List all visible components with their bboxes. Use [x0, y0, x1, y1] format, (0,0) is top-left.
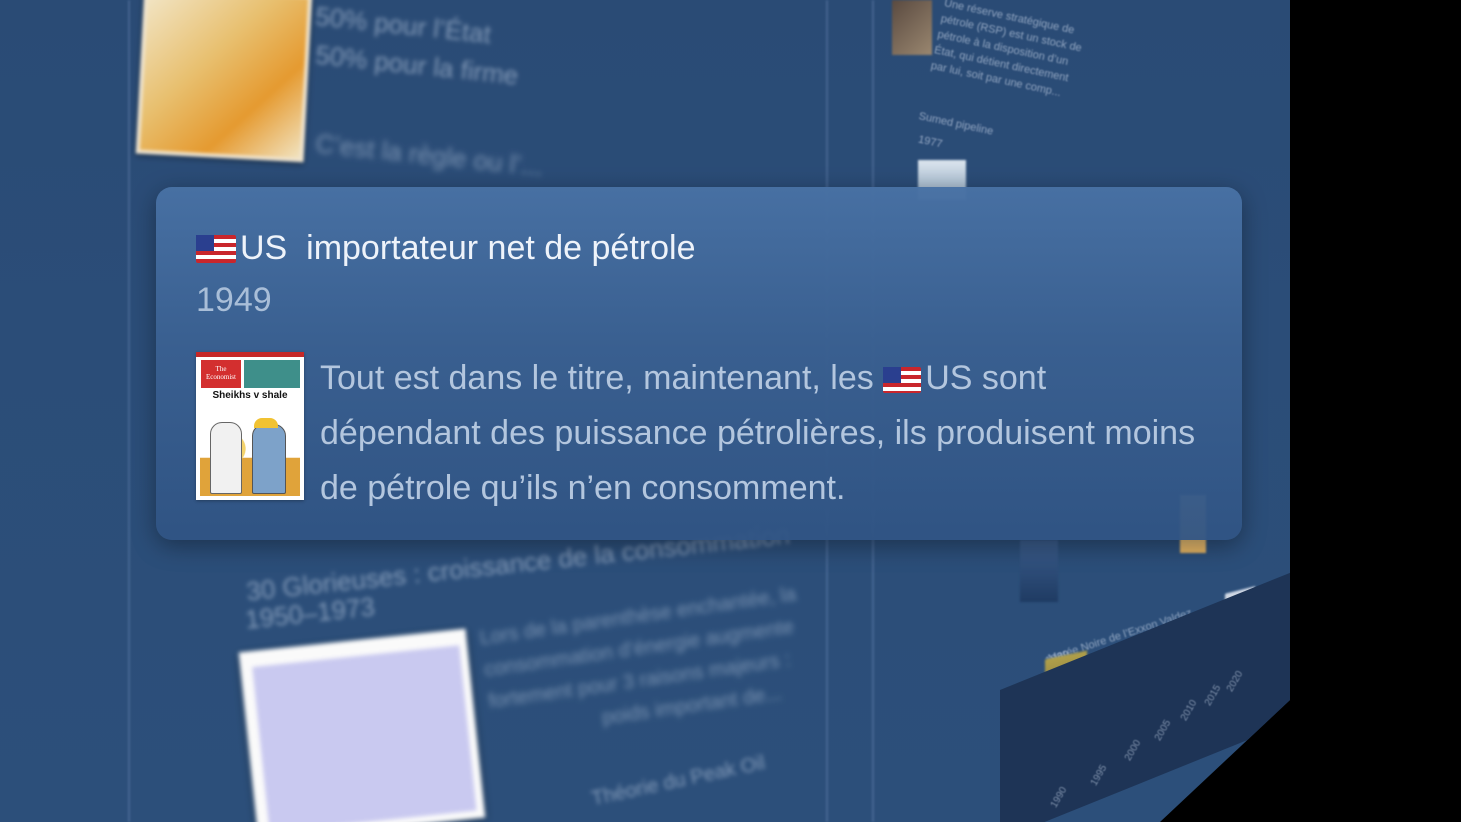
- economist-cover-image[interactable]: The Economist Sheikhs v shale: [196, 352, 304, 500]
- venezuela-map-thumbnail[interactable]: [135, 0, 313, 163]
- event-description: Tout est dans le titre, maintenant, les …: [320, 359, 1196, 507]
- consumption-chart-thumbnail[interactable]: [238, 628, 486, 822]
- column-divider: [128, 0, 130, 822]
- bg-right-year: 1977: [917, 133, 944, 151]
- economist-logo: The Economist: [201, 360, 241, 388]
- event-thumbnail[interactable]: [1020, 540, 1058, 602]
- bg-peak-oil-title[interactable]: Théorie du Peak Oil: [590, 752, 768, 811]
- cover-headline: Sheikhs v shale: [212, 390, 288, 401]
- event-thumbnail[interactable]: [892, 0, 932, 55]
- event-year: 1949: [196, 281, 272, 319]
- us-flag-icon: [883, 367, 922, 393]
- bg-event-line: C’est la règle ou l’...: [314, 128, 545, 182]
- bg-right-title[interactable]: Sumed pipeline: [918, 110, 995, 138]
- event-detail-card[interactable]: US importateur net de pétrole 1949 The E…: [156, 187, 1242, 540]
- us-flag-icon: [196, 235, 236, 263]
- bg-event-description: Lors de la parenthèse enchantée, la cons…: [478, 583, 798, 730]
- event-title: US importateur net de pétrole: [196, 229, 695, 268]
- bg-right-description: Une réserve stratégique de pétrole (RSP)…: [929, 0, 1083, 100]
